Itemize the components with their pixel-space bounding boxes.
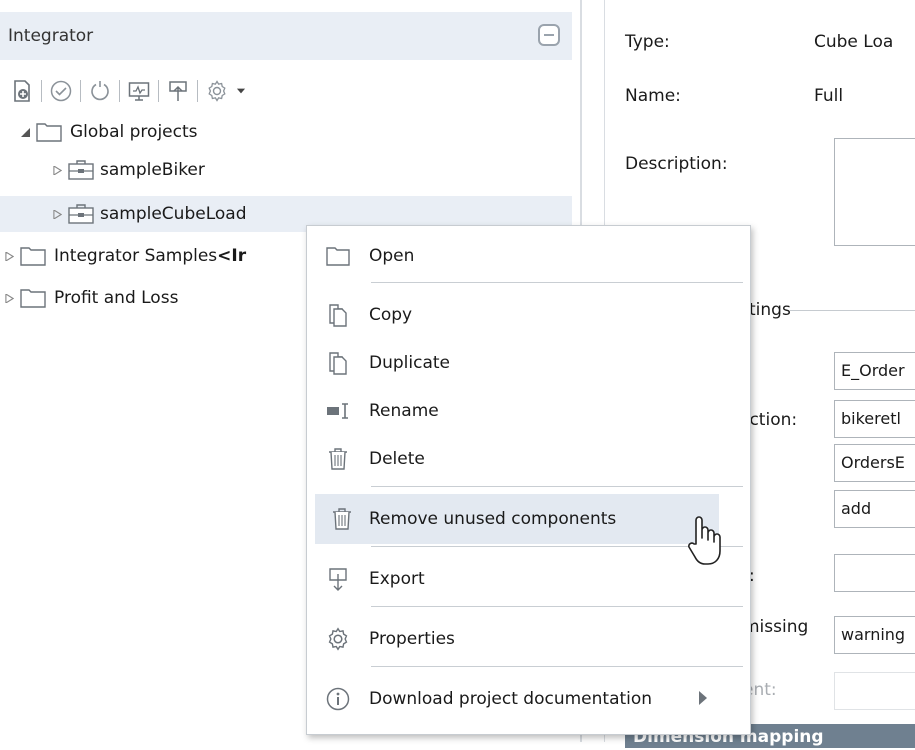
rename-icon bbox=[307, 398, 369, 424]
menu-item-label: Export bbox=[369, 569, 425, 589]
hand-cursor-icon bbox=[688, 516, 721, 565]
menu-item-remove-unused[interactable]: Remove unused components bbox=[315, 494, 719, 544]
description-textarea[interactable] bbox=[834, 138, 915, 246]
menu-item-label: Download project documentation bbox=[369, 689, 653, 709]
mode-field[interactable]: add bbox=[834, 490, 915, 528]
menu-item-copy[interactable]: Copy bbox=[307, 290, 750, 340]
connection-field[interactable]: bikeretl bbox=[834, 400, 915, 438]
panel-header: Integrator bbox=[0, 12, 572, 60]
panel-title: Integrator bbox=[8, 26, 94, 46]
missing-label: missing bbox=[743, 617, 809, 637]
menu-item-rename[interactable]: Rename bbox=[307, 386, 750, 436]
menu-item-duplicate[interactable]: Duplicate bbox=[307, 338, 750, 388]
tree-item-label: Integrator Samples bbox=[54, 246, 218, 266]
tree-item-profit-and-loss[interactable]: Profit and Loss bbox=[2, 280, 178, 316]
collapsed-arrow-icon[interactable] bbox=[50, 163, 64, 177]
empty-field[interactable] bbox=[834, 554, 915, 592]
fieldset-border bbox=[790, 310, 915, 311]
collapse-button[interactable] bbox=[538, 24, 560, 46]
validate-icon[interactable] bbox=[47, 77, 75, 105]
collapsed-arrow-icon[interactable] bbox=[2, 249, 16, 263]
collapsed-arrow-icon[interactable] bbox=[2, 291, 16, 305]
menu-item-delete[interactable]: Delete bbox=[307, 434, 750, 484]
toolbar bbox=[8, 76, 251, 106]
briefcase-icon bbox=[68, 204, 94, 224]
menu-item-label: Properties bbox=[369, 629, 455, 649]
menu-item-label: Copy bbox=[369, 305, 413, 325]
type-value: Cube Loa bbox=[814, 32, 894, 52]
missing-field[interactable]: warning bbox=[834, 616, 915, 654]
name-label: Name: bbox=[625, 86, 681, 106]
dropdown-arrow-icon[interactable] bbox=[231, 77, 251, 105]
folder-icon bbox=[20, 289, 46, 308]
menu-item-label: Rename bbox=[369, 401, 439, 421]
tree-item-label: sampleCubeLoad bbox=[100, 204, 247, 224]
duplicate-icon bbox=[307, 350, 369, 376]
menu-item-label: Delete bbox=[369, 449, 425, 469]
type-label: Type: bbox=[625, 32, 670, 52]
trash-icon bbox=[315, 506, 369, 532]
tree-item-global-projects[interactable]: Global projects bbox=[18, 114, 198, 150]
folder-icon bbox=[20, 247, 46, 266]
context-menu: Open Copy Duplicate Rename Delete Remove… bbox=[306, 225, 751, 735]
tree-item-integrator-samples[interactable]: Integrator Samples <Ir bbox=[2, 238, 246, 274]
submenu-arrow-icon bbox=[699, 691, 707, 705]
new-project-icon[interactable] bbox=[8, 77, 36, 105]
source-field[interactable]: E_Order bbox=[834, 352, 915, 390]
refresh-icon[interactable] bbox=[86, 77, 114, 105]
menu-item-label: Duplicate bbox=[369, 353, 450, 373]
copy-icon bbox=[307, 302, 369, 328]
tree-item-samplebiker[interactable]: sampleBiker bbox=[50, 152, 205, 188]
description-label: Description: bbox=[625, 154, 728, 174]
menu-item-download-documentation[interactable]: Download project documentation bbox=[307, 674, 750, 724]
info-icon bbox=[307, 686, 369, 712]
cube-field[interactable]: OrdersE bbox=[834, 444, 915, 482]
tree-item-label: Profit and Loss bbox=[54, 288, 179, 308]
tree-item-label-bold: <Ir bbox=[217, 246, 247, 266]
settings-icon[interactable] bbox=[203, 77, 231, 105]
menu-item-properties[interactable]: Properties bbox=[307, 614, 750, 664]
menu-item-open[interactable]: Open bbox=[307, 231, 750, 281]
tree-item-label: Global projects bbox=[70, 122, 198, 142]
menu-item-label: Open bbox=[369, 246, 415, 266]
tree-item-label: sampleBiker bbox=[100, 160, 205, 180]
settings-legend: tings bbox=[749, 300, 791, 320]
expanded-arrow-icon[interactable] bbox=[18, 125, 32, 139]
gear-icon bbox=[307, 626, 369, 652]
export-icon[interactable] bbox=[164, 77, 192, 105]
folder-icon bbox=[36, 123, 62, 142]
parent-field bbox=[834, 672, 915, 710]
folder-icon bbox=[307, 243, 369, 269]
trash-icon bbox=[307, 446, 369, 472]
export-icon bbox=[307, 566, 369, 592]
briefcase-icon bbox=[68, 160, 94, 180]
menu-item-label: Remove unused components bbox=[369, 509, 617, 529]
deploy-icon[interactable] bbox=[125, 77, 153, 105]
name-value: Full bbox=[814, 86, 844, 106]
collapsed-arrow-icon[interactable] bbox=[50, 207, 64, 221]
